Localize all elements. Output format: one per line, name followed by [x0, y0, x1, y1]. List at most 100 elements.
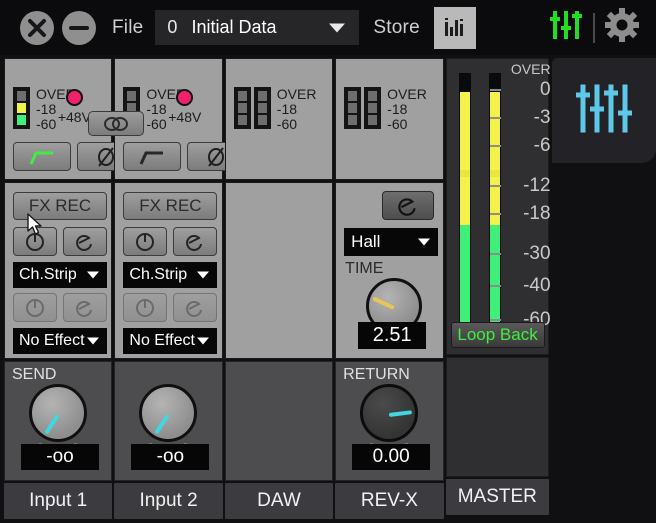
meter-seg-over — [348, 91, 357, 101]
slot-2-value: No Effect — [19, 332, 85, 350]
store-button[interactable]: Store — [373, 17, 419, 39]
input-1-effect-slot-2[interactable]: No Effect — [13, 328, 107, 354]
meter-seg-over — [368, 91, 377, 101]
meter-column-left — [344, 87, 361, 129]
scale-over: OVER — [507, 61, 551, 77]
meter-seg-18 — [348, 103, 357, 113]
scale-3: -3 — [507, 107, 551, 129]
file-menu[interactable]: File — [112, 17, 143, 39]
send-label: SEND — [12, 366, 56, 384]
master-fader-block — [446, 357, 549, 477]
meter-seg-over — [238, 91, 247, 101]
input-2-send-knob[interactable] — [139, 384, 197, 442]
meter-column — [13, 87, 30, 129]
slot-2-value: No Effect — [129, 332, 195, 350]
fx-rec-button[interactable]: FX REC — [123, 192, 217, 220]
fx-rec-button[interactable]: FX REC — [13, 192, 107, 220]
level-meters-icon[interactable] — [434, 7, 476, 49]
input-2-effect-slot-1[interactable]: Ch.Strip — [123, 262, 217, 288]
side-panel[interactable] — [552, 58, 656, 163]
knob-icon[interactable] — [123, 293, 167, 322]
scale-12: -12 — [507, 175, 551, 197]
revx-type-select[interactable]: Hall — [344, 228, 438, 256]
scale-6: -6 — [507, 135, 551, 157]
revx-time-label: TIME — [345, 260, 383, 278]
daw-fx-block — [225, 182, 333, 359]
slot-1-value: Ch.Strip — [19, 266, 77, 284]
close-glyph — [20, 11, 54, 45]
input-2-send-value: -oo — [131, 444, 209, 470]
meter-seg-60 — [238, 115, 247, 125]
edit-e-icon[interactable] — [173, 227, 217, 256]
revx-type-value: Hall — [351, 232, 380, 252]
input-2-slot2-controls — [123, 293, 217, 322]
channel-revx: OVER -18 -60 Hall TIME — [335, 58, 443, 520]
input-2-phantom[interactable]: +48V — [157, 89, 213, 125]
scene-select[interactable]: 0 Initial Data — [155, 10, 359, 45]
master-meter-block: OVER 0 -3 -6 -12 -18 -30 -40 -60 Loop Ba… — [446, 58, 549, 355]
phantom-label: +48V — [157, 109, 213, 125]
meter-seg-18 — [368, 103, 377, 113]
revx-return-value: 0.00 — [352, 444, 430, 470]
meter-seg-over — [258, 91, 267, 101]
return-label: RETURN — [343, 366, 410, 384]
meter-scale-labels: OVER -18 -60 — [277, 87, 317, 132]
input-2-effect-slot-2[interactable]: No Effect — [123, 328, 217, 354]
close-icon[interactable] — [20, 11, 54, 45]
loop-back-button[interactable]: Loop Back — [451, 322, 545, 348]
channel-label-daw[interactable]: DAW — [225, 483, 333, 519]
revx-time-value: 2.51 — [358, 322, 426, 349]
scene-name: Initial Data — [191, 17, 276, 38]
channel-master: OVER 0 -3 -6 -12 -18 -30 -40 -60 Loop Ba… — [446, 58, 549, 520]
meter-seg-60 — [17, 115, 26, 125]
phantom-led — [176, 89, 193, 106]
gear-icon[interactable] — [604, 7, 640, 48]
channel-label-master[interactable]: MASTER — [446, 479, 549, 515]
revx-fx-block: Hall TIME 2.51 — [335, 182, 443, 359]
faders-icon[interactable] — [548, 8, 584, 47]
input-1-fx-block: FX REC Ch.Strip — [4, 182, 112, 359]
highpass-filter-icon[interactable] — [123, 142, 181, 171]
mixer-faders-icon — [575, 80, 633, 141]
knob-icon[interactable] — [13, 227, 57, 256]
scale-over: OVER — [277, 87, 317, 102]
slot-1-value: Ch.Strip — [129, 266, 187, 284]
scale-over: OVER — [387, 87, 427, 102]
revx-meter-block: OVER -18 -60 — [335, 58, 443, 180]
chevron-down-icon — [418, 239, 430, 246]
edit-e-icon[interactable] — [382, 191, 434, 220]
input-1-send-knob[interactable] — [29, 384, 87, 442]
scale-18: -18 — [277, 102, 317, 117]
meter-seg-over — [17, 91, 26, 101]
highpass-filter-icon[interactable] — [13, 142, 71, 171]
edit-e-icon[interactable] — [173, 293, 217, 322]
meter-fill-green — [460, 224, 470, 327]
input-1-effect-slot-1[interactable]: Ch.Strip — [13, 262, 107, 288]
minimize-icon[interactable] — [62, 11, 96, 45]
input-1-slot1-controls — [13, 227, 107, 256]
channel-label-input-1[interactable]: Input 1 — [4, 483, 112, 519]
channel-label-input-2[interactable]: Input 2 — [114, 483, 222, 519]
channel-strips: OVER -18 -60 +48V — [4, 58, 549, 520]
stereo-link-icon[interactable] — [88, 111, 144, 136]
meter-peak-hold — [460, 170, 470, 177]
edit-e-icon[interactable] — [63, 227, 107, 256]
edit-e-icon[interactable] — [63, 293, 107, 322]
channel-label-revx[interactable]: REV-X — [335, 483, 443, 519]
meter-seg-60 — [348, 115, 357, 125]
meter-column-right — [254, 87, 271, 129]
input-1-send-block: SEND -oo — [4, 361, 112, 481]
scale-0: 0 — [507, 79, 551, 101]
input-2-slot1-controls — [123, 227, 217, 256]
knob-icon[interactable] — [123, 227, 167, 256]
title-bar: File 0 Initial Data Store — [0, 0, 656, 55]
chevron-down-icon — [329, 23, 345, 32]
phantom-led — [66, 89, 83, 106]
master-scale-labels: OVER 0 -3 -6 -12 -18 -30 -40 -60 — [507, 59, 553, 344]
knob-icon[interactable] — [13, 293, 57, 322]
revx-meter: OVER -18 -60 — [344, 87, 427, 132]
meter-seg-18 — [238, 103, 247, 113]
meter-column-right — [364, 87, 381, 129]
revx-return-knob[interactable] — [360, 384, 418, 442]
meter-scale-labels: OVER -18 -60 — [387, 87, 427, 132]
